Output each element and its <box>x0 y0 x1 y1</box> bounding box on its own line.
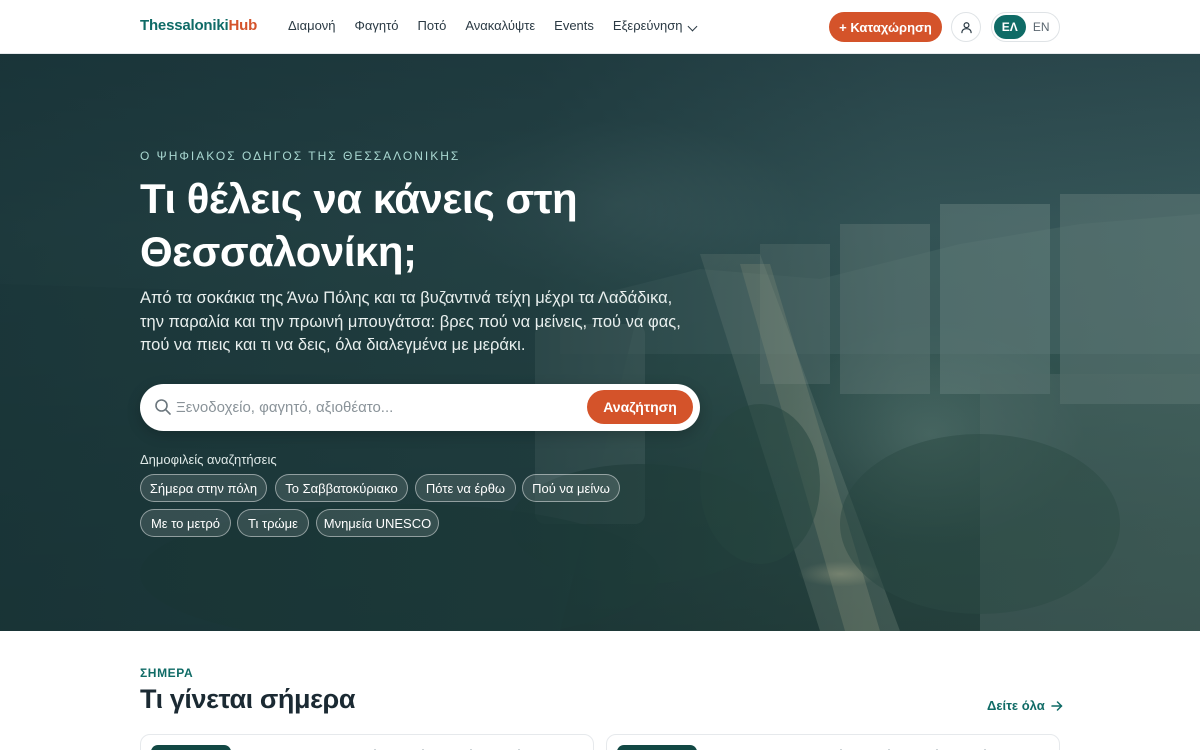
hero-eyebrow: Ο ΨΗΦΙΑΚΟΣ ΟΔΗΓΟΣ ΤΗΣ ΘΕΣΣΑΛΟΝΙΚΗΣ <box>140 149 461 163</box>
lang-option-el[interactable]: ΕΛ <box>994 15 1026 39</box>
nav-item-discover[interactable]: Ανακαλύψτε <box>465 18 535 33</box>
nav-item-stay[interactable]: Διαμονή <box>288 18 336 33</box>
popular-searches-label: Δημοφιλείς αναζητήσεις <box>140 452 277 467</box>
chevron-down-icon <box>687 21 698 32</box>
chip-where-to-stay[interactable]: Πού να μείνω <box>522 474 620 502</box>
chip-by-metro[interactable]: Με το μετρό <box>140 509 231 537</box>
hero-search-bar: Αναζήτηση <box>140 384 700 431</box>
nav-item-drinks[interactable]: Ποτό <box>418 18 447 33</box>
chip-what-we-eat[interactable]: Τι τρώμε <box>237 509 309 537</box>
logo-text-accent: Hub <box>228 17 258 34</box>
search-icon <box>155 399 171 415</box>
event-card[interactable] <box>606 734 1060 750</box>
chip-unesco-monuments[interactable]: Μνημεία UNESCO <box>316 509 439 537</box>
chip-weekend[interactable]: Το Σαββατοκύριακο <box>275 474 408 502</box>
today-eyebrow: ΣΗΜΕΡΑ <box>140 666 194 680</box>
hero-title: Τι θέλεις να κάνεις στη Θεσσαλονίκη; <box>140 175 578 275</box>
top-header: ThessalonikiHub Διαμονή Φαγητό Ποτό Ανακ… <box>0 0 1200 54</box>
language-switcher: ΕΛ EN <box>991 12 1060 42</box>
chip-when-to-come[interactable]: Πότε να έρθω <box>415 474 516 502</box>
logo-text-primary: Thessaloniki <box>140 17 229 34</box>
search-input[interactable] <box>176 384 586 431</box>
search-button[interactable]: Αναζήτηση <box>587 390 693 424</box>
arrow-right-icon <box>1050 700 1062 711</box>
nav-item-food[interactable]: Φαγητό <box>355 18 399 33</box>
nav-item-events[interactable]: Events <box>554 18 594 33</box>
chip-today-in-city[interactable]: Σήμερα στην πόλη <box>140 474 267 502</box>
nav-explore-label: Εξερεύνηση <box>612 18 683 33</box>
user-icon <box>960 21 972 33</box>
add-listing-button[interactable]: + Καταχώρηση <box>829 12 942 42</box>
lang-option-en[interactable]: EN <box>1026 15 1058 39</box>
site-logo[interactable]: ThessalonikiHub <box>140 17 257 34</box>
main-nav: Διαμονή Φαγητό Ποτό Ανακαλύψτε Events Εξ… <box>288 18 698 33</box>
nav-item-explore-dropdown[interactable]: Εξερεύνηση <box>612 18 698 33</box>
today-title: Τι γίνεται σήμερα <box>140 684 356 714</box>
event-card-badge <box>151 745 231 750</box>
event-card[interactable] <box>140 734 594 750</box>
see-all-label: Δείτε όλα <box>987 698 1045 713</box>
hero-subtitle: Από τα σοκάκια της Άνω Πόλης και τα βυζα… <box>140 289 681 354</box>
hero-section: Ο ΨΗΦΙΑΚΟΣ ΟΔΗΓΟΣ ΤΗΣ ΘΕΣΣΑΛΟΝΙΚΗΣ Τι θέ… <box>0 54 1200 631</box>
event-card-badge <box>617 745 697 750</box>
see-all-link[interactable]: Δείτε όλα <box>987 698 1063 713</box>
user-account-button[interactable] <box>951 12 981 42</box>
